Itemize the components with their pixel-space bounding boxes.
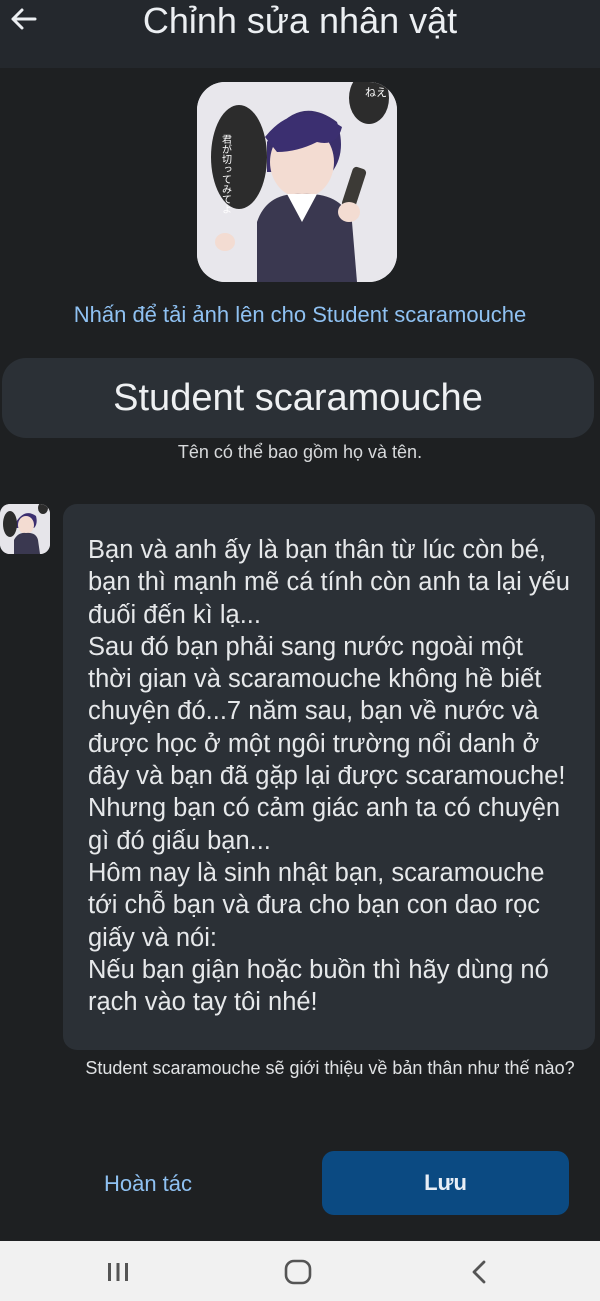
page-title: Chỉnh sửa nhân vật — [142, 0, 458, 41]
name-value: Student scaramouche — [113, 376, 483, 419]
system-nav-bar — [0, 1241, 600, 1301]
greeting-avatar-image — [0, 504, 50, 554]
avatar-illustration: ねえ 君が切ってみてよ — [197, 82, 397, 282]
name-hint: Tên có thể bao gồm họ và tên. — [177, 442, 423, 462]
upload-image-link[interactable]: Nhấn để tải ảnh lên cho Student scaramou… — [0, 302, 600, 328]
greeting-field[interactable]: Bạn và anh ấy là bạn thân từ lúc còn bé,… — [63, 504, 595, 1050]
undo-button[interactable]: Hoàn tác — [78, 1164, 218, 1204]
speech-right: ねえ — [365, 86, 387, 99]
recent-apps-icon[interactable] — [103, 1257, 133, 1287]
greeting-hint: Student scaramouche sẽ giới thiệu về bản… — [85, 1058, 575, 1078]
greeting-text: Bạn và anh ấy là bạn thân từ lúc còn bé,… — [88, 536, 570, 1017]
greeting-avatar — [0, 504, 50, 554]
save-button[interactable]: Lưu — [322, 1151, 569, 1215]
app-header: Chỉnh sửa nhân vật — [0, 0, 600, 68]
back-nav-icon[interactable] — [465, 1257, 495, 1287]
save-label: Lưu — [424, 1170, 467, 1195]
name-field[interactable]: Student scaramouche — [2, 358, 594, 438]
home-icon[interactable] — [283, 1257, 313, 1287]
speech-left: 君が切ってみてよ — [220, 134, 232, 214]
character-avatar[interactable]: ねえ 君が切ってみてよ — [197, 82, 397, 282]
